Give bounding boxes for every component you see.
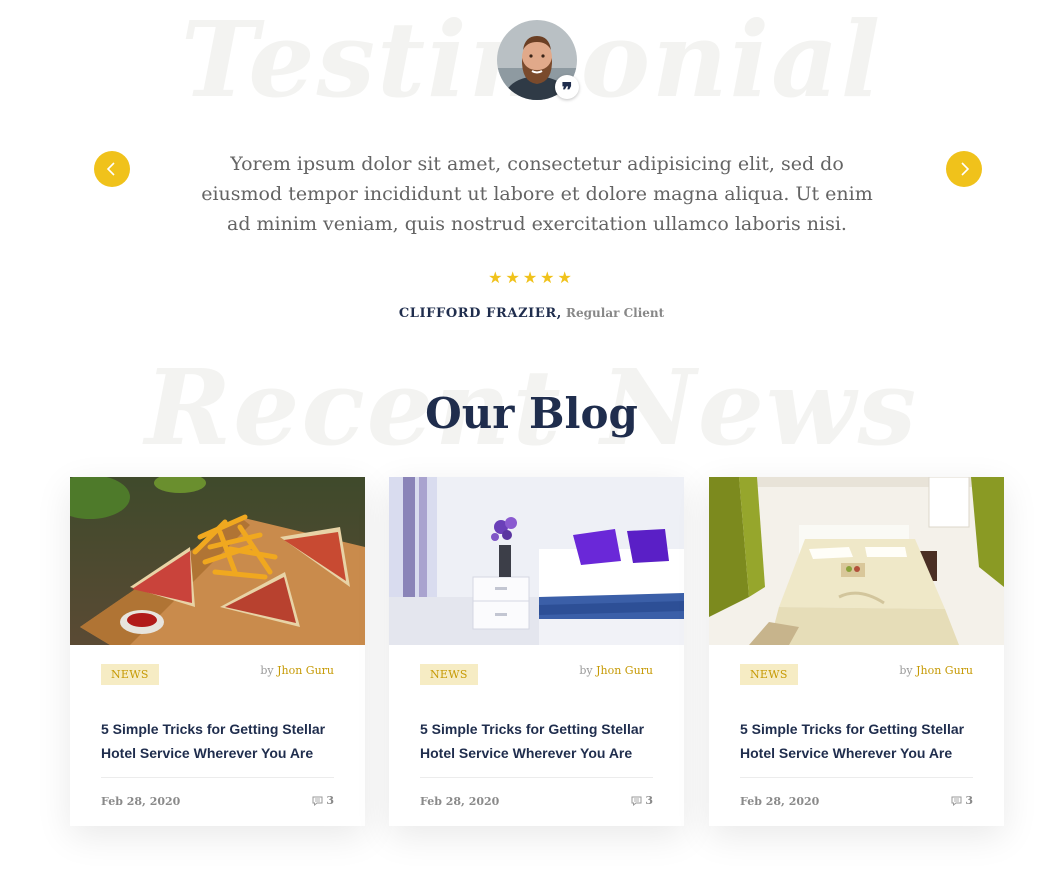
author-prefix: by [899, 664, 913, 677]
blog-card: NEWS by Jhon Guru 5 Simple Tricks for Ge… [709, 477, 1004, 826]
post-title-link[interactable]: 5 Simple Tricks for Getting Stellar Hote… [101, 717, 341, 765]
blog-image-bedroom[interactable] [389, 477, 684, 645]
comment-count: 3 [645, 794, 653, 807]
post-date: Feb 28, 2020 [420, 795, 500, 808]
comment-count: 3 [965, 794, 973, 807]
post-date: Feb 28, 2020 [740, 795, 820, 808]
author-link[interactable]: Jhon Guru [596, 664, 653, 677]
chevron-right-icon [961, 162, 970, 176]
client-role: Regular Client [566, 306, 665, 320]
post-comments-link[interactable]: 3 [631, 794, 653, 807]
post-date: Feb 28, 2020 [101, 795, 181, 808]
post-title-link[interactable]: 5 Simple Tricks for Getting Stellar Hote… [420, 717, 660, 765]
comment-count: 3 [326, 794, 334, 807]
comment-icon [312, 796, 323, 807]
post-category-tag[interactable]: NEWS [101, 664, 159, 685]
post-author: by Jhon Guru [260, 664, 334, 677]
blog-card: NEWS by Jhon Guru 5 Simple Tricks for Ge… [70, 477, 365, 826]
comment-icon [951, 796, 962, 807]
post-category-tag[interactable]: NEWS [420, 664, 478, 685]
author-prefix: by [579, 664, 593, 677]
post-comments-link[interactable]: 3 [312, 794, 334, 807]
blog-card: NEWS by Jhon Guru 5 Simple Tricks for Ge… [389, 477, 684, 826]
post-title-link[interactable]: 5 Simple Tricks for Getting Stellar Hote… [740, 717, 980, 765]
author-link[interactable]: Jhon Guru [916, 664, 973, 677]
testimonial-next-button[interactable] [946, 151, 982, 187]
client-attribution: CLIFFORD FRAZIER, Regular Client [0, 306, 1063, 321]
author-prefix: by [260, 664, 274, 677]
testimonial-quote: Yorem ipsum dolor sit amet, consectetur … [201, 153, 873, 235]
blog-image-sandwich[interactable] [70, 477, 365, 645]
card-divider [740, 777, 973, 778]
card-divider [420, 777, 653, 778]
testimonial-prev-button[interactable] [94, 151, 130, 187]
comment-icon [631, 796, 642, 807]
quote-icon: ❞ [555, 75, 579, 102]
rating-stars: ★★★★★ [488, 268, 575, 287]
chevron-left-icon [106, 162, 115, 176]
post-author: by Jhon Guru [899, 664, 973, 677]
post-comments-link[interactable]: 3 [951, 794, 973, 807]
card-divider [101, 777, 334, 778]
blog-image-hotel-room[interactable] [709, 477, 1004, 645]
author-link[interactable]: Jhon Guru [277, 664, 334, 677]
client-name: CLIFFORD FRAZIER, [398, 306, 562, 321]
blog-section-title: Our Blog [425, 389, 638, 438]
post-author: by Jhon Guru [579, 664, 653, 677]
post-category-tag[interactable]: NEWS [740, 664, 798, 685]
